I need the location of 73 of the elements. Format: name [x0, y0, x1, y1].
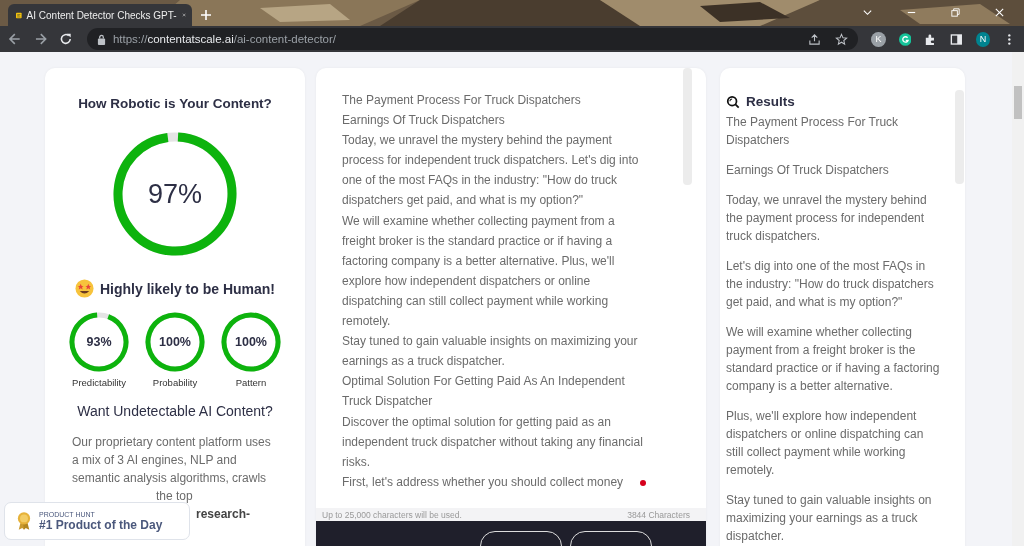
lock-icon	[96, 33, 106, 45]
editor-line: freight broker is the standard practice or if having a	[342, 232, 613, 250]
editor-line: Stay tuned to gain valuable insights on maximizing your	[342, 333, 638, 351]
metric-gauge	[145, 312, 205, 372]
editor-line: Truck Dispatcher	[342, 393, 433, 411]
result-paragraph: We will examine whether collecting payment from a freight broker is the standard practice or if having a factoring company is a better alternative.	[726, 324, 941, 395]
close-icon[interactable]	[994, 7, 1005, 18]
close-icon[interactable]	[181, 10, 186, 20]
plus-icon[interactable]	[200, 9, 212, 21]
limit-note: Up to 25,000 characters will be used.	[322, 509, 462, 520]
metric-value: 100%	[159, 335, 191, 349]
editor-line: We will examine whether collecting payment from a	[342, 212, 615, 230]
results-title: Results	[746, 94, 795, 109]
editor-line: independent truck dispatcher without taking any financial	[342, 433, 643, 451]
result-paragraph: Plus, we'll explore how independent dispatchers or online dispatching can still collect payment while working remotely.	[726, 408, 925, 479]
editor-line: risks.	[342, 453, 370, 471]
browser-tab[interactable]: AI Content Detector Checks GPT-	[8, 4, 192, 26]
badge-title: #1 Product of the Day	[39, 517, 163, 532]
editor-line: one of the most FAQs in the industry: "How do truck	[342, 172, 618, 190]
editor-line: Earnings Of Truck Dispatchers	[342, 112, 505, 130]
metric-label: Probability	[152, 377, 198, 388]
back-icon[interactable]	[8, 32, 22, 46]
reload-icon[interactable]	[59, 32, 73, 46]
editor-line: dispatching can still collect payment while working	[342, 292, 609, 310]
metric-label: Predictability	[72, 377, 126, 388]
metric-gauge	[221, 312, 281, 372]
page-scrollbar[interactable]	[1012, 52, 1024, 546]
editor-line: dispatchers get paid, and what is my option?"	[342, 192, 584, 210]
editor-line: First, let's address whether you should collect money	[342, 473, 624, 491]
editor-line: Today, we unravel the mystery behind the payment	[342, 132, 612, 150]
star-icon[interactable]	[835, 32, 849, 46]
editor-line: process for independent truck dispatchers. Let's dig into	[342, 152, 639, 170]
editor-line: earnings as a truck dispatcher.	[342, 353, 505, 371]
verdict-text: Highly likely to be Human!	[100, 280, 275, 297]
forward-icon[interactable]	[33, 32, 48, 46]
metric-label: Pattern	[235, 377, 267, 388]
editor-line: remotely.	[342, 313, 391, 331]
editor-line: Optimal Solution For Getting Paid As An Independent	[342, 373, 625, 391]
result-paragraph: Stay tuned to gain valuable insights on maximizing your earnings as a truck dispatcher.	[726, 492, 933, 545]
score-value: 97%	[148, 178, 202, 210]
metric-value: 100%	[235, 335, 267, 349]
editor-line: Discover the optimal solution for getting paid as an	[342, 413, 611, 431]
tab-title: AI Content Detector Checks GPT-	[26, 9, 177, 21]
promo-text: a mix of 3 AI engines, NLP and	[72, 452, 238, 469]
share-icon[interactable]	[808, 32, 822, 46]
promo-text: research-	[196, 506, 251, 523]
promo-text: the top	[156, 488, 193, 505]
result-paragraph: The Payment Process For Truck Dispatchers	[726, 114, 900, 149]
grammar-extension-icon[interactable]	[898, 32, 912, 46]
scrollbar-thumb[interactable]	[1014, 86, 1022, 119]
editor-line: explore how independent dispatchers or online	[342, 272, 591, 290]
promo-text: Our proprietary content platform uses	[72, 434, 272, 451]
result-paragraph: Today, we unravel the mystery behind the payment process for independent truck dispatchers.	[726, 192, 928, 245]
search-icon	[726, 94, 740, 109]
status-dot	[640, 480, 646, 486]
star-eyes-emoji-icon	[75, 279, 94, 298]
sidebar-icon[interactable]	[950, 32, 963, 46]
url-text: https://contentatscale.ai/ai-content-detector/	[112, 33, 336, 45]
metric-value: 93%	[86, 335, 112, 349]
card-title: How Robotic is Your Content?	[78, 96, 272, 111]
address-bar[interactable]: https://contentatscale.ai/ai-content-detector/	[86, 28, 859, 50]
result-paragraph: Earnings Of Truck Dispatchers	[726, 162, 890, 179]
metric-gauge	[69, 312, 129, 372]
promo-title: Want Undetectable AI Content?	[77, 403, 273, 419]
restore-icon[interactable]	[950, 7, 961, 18]
chevron-down-icon[interactable]	[862, 7, 873, 18]
promo-text: semantic analysis algorithms, crawls	[72, 470, 268, 487]
editor-line: The Payment Process For Truck Dispatchers	[342, 92, 581, 109]
profile-avatar[interactable]: N	[975, 31, 991, 47]
editor-line: factoring company is a better alternative. Plus, we'll	[342, 252, 615, 270]
character-count: 3844 Characters	[627, 509, 690, 520]
medal-icon	[17, 511, 31, 531]
result-paragraph: Let's dig into one of the most FAQs in the industry: "How do truck dispatchers get paid, and what is my option?"	[726, 258, 935, 311]
